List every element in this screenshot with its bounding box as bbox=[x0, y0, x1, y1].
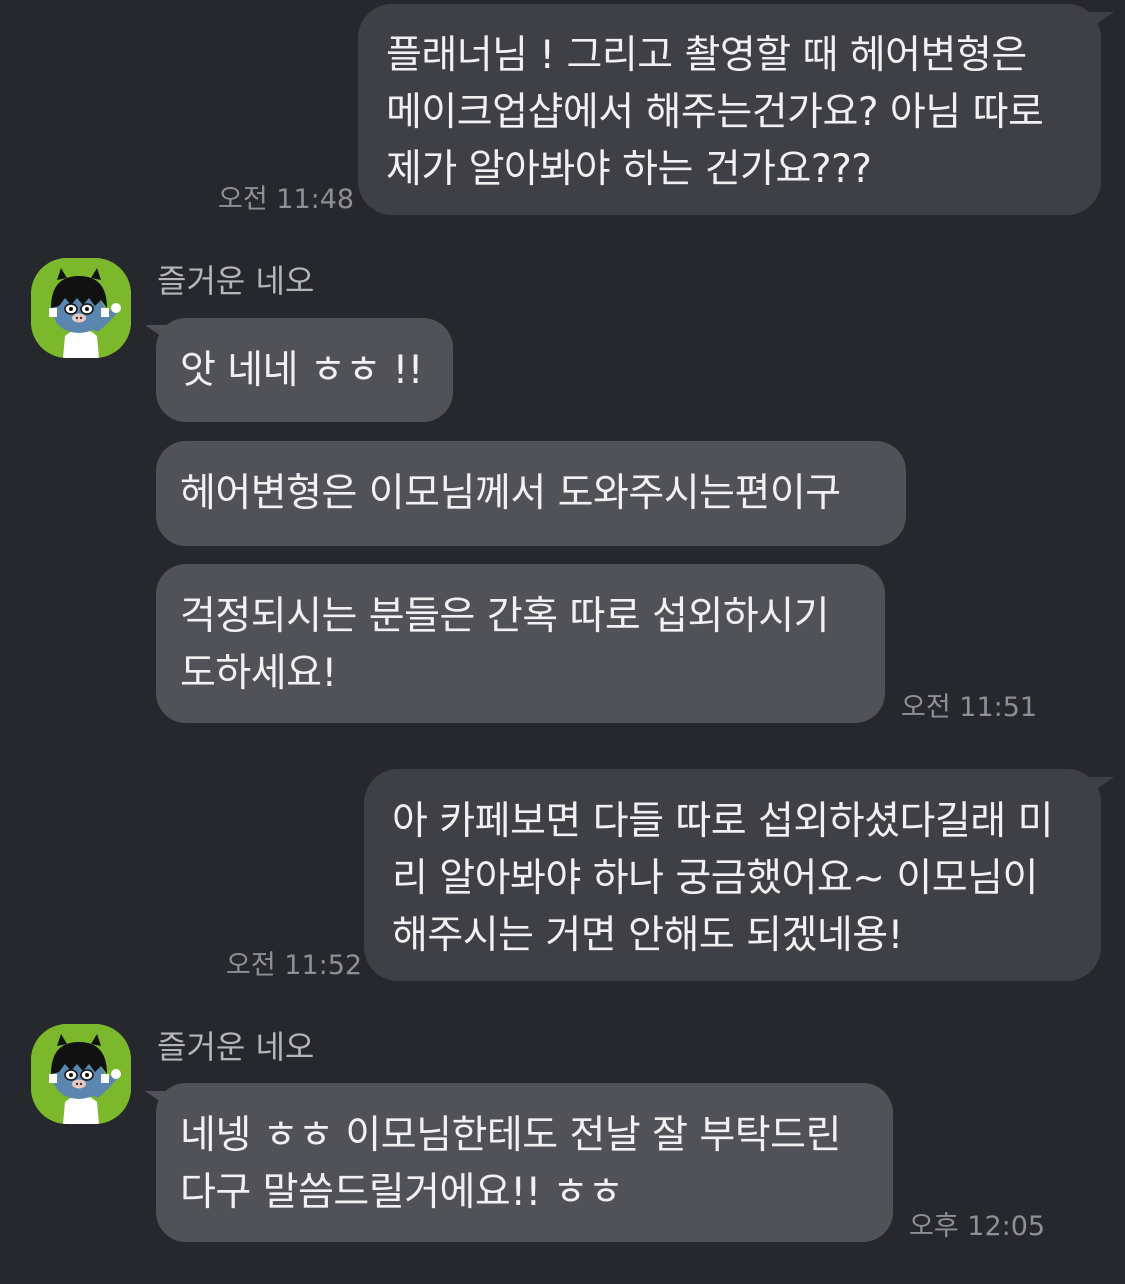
neo-avatar-icon bbox=[31, 258, 131, 358]
sender-name: 즐거운 네오 bbox=[157, 1028, 315, 1066]
neo-avatar-icon bbox=[31, 1024, 131, 1124]
message-time: 오전 11:51 bbox=[901, 692, 1038, 723]
their-message-bubble[interactable]: 앗 네네 ㅎㅎ !! bbox=[156, 318, 453, 422]
message-time: 오후 12:05 bbox=[909, 1211, 1046, 1242]
sender-avatar[interactable] bbox=[31, 1024, 131, 1124]
bubble-tail bbox=[1088, 777, 1114, 795]
bubble-tail bbox=[1088, 12, 1114, 30]
message-time: 오전 11:48 bbox=[218, 184, 355, 215]
message-time: 오전 11:52 bbox=[226, 950, 363, 981]
sender-avatar[interactable] bbox=[31, 258, 131, 358]
their-message-bubble[interactable]: 헤어변형은 이모님께서 도와주시는편이구 bbox=[156, 441, 906, 546]
my-message-bubble[interactable]: 플래너님 ! 그리고 촬영할 때 헤어변형은 메이크업샵에서 해주는건가요? 아… bbox=[358, 4, 1101, 215]
chat-room: 플래너님 ! 그리고 촬영할 때 헤어변형은 메이크업샵에서 해주는건가요? 아… bbox=[0, 0, 1125, 1284]
my-message-bubble[interactable]: 아 카페보면 다들 따로 섭외하셨다길래 미 리 알아봐야 하나 궁금했어요~ … bbox=[364, 769, 1101, 981]
sender-name: 즐거운 네오 bbox=[157, 262, 315, 300]
their-message-bubble[interactable]: 걱정되시는 분들은 간혹 따로 섭외하시기 도하세요! bbox=[156, 564, 885, 723]
their-message-bubble[interactable]: 네넹 ㅎㅎ 이모님한테도 전날 잘 부탁드린 다구 말씀드릴거에요!! ㅎㅎ bbox=[156, 1083, 893, 1242]
